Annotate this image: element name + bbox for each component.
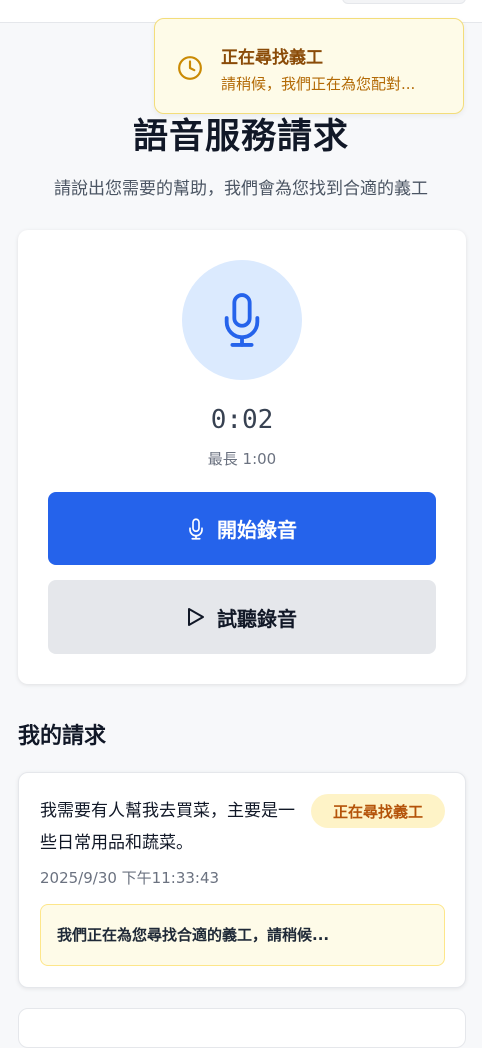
request-card[interactable]	[18, 1008, 466, 1048]
request-status-note: 我們正在為您尋找合適的義工，請稍候...	[40, 904, 445, 966]
status-toast: 正在尋找義工 請稍候，我們正在為您配對...	[154, 18, 464, 114]
page-title: 語音服務請求	[132, 117, 349, 157]
my-requests-title: 我的請求	[18, 724, 107, 749]
page-subtitle: 請說出您需要的幫助，我們會為您找到合適的義工	[54, 179, 428, 199]
request-note-text: 我們正在為您尋找合適的義工，請稍候...	[57, 926, 330, 944]
request-card[interactable]: 我需要有人幫我去買菜，主要是一些日常用品和蔬菜。 正在尋找義工 2025/9/3…	[18, 772, 466, 988]
microphone-icon	[187, 517, 217, 541]
microphone-indicator	[182, 260, 302, 380]
request-text: 我需要有人幫我去買菜，主要是一些日常用品和蔬菜。	[40, 801, 295, 853]
recording-timer: 0:02	[210, 405, 274, 435]
recorder-card: 0:02 最長 1:00 開始錄音 試聽錄音	[18, 230, 466, 684]
clock-icon	[177, 55, 203, 81]
top-bar-button[interactable]	[342, 0, 466, 4]
status-badge: 正在尋找義工	[311, 794, 445, 828]
preview-recording-button[interactable]: 試聽錄音	[48, 580, 436, 654]
toast-title: 正在尋找義工	[221, 48, 323, 68]
preview-recording-label: 試聽錄音	[217, 606, 297, 631]
request-timestamp: 2025/9/30 下午11:33:43	[40, 869, 220, 887]
play-icon	[187, 607, 217, 627]
max-duration-label: 最長 1:00	[207, 450, 277, 468]
start-recording-button[interactable]: 開始錄音	[48, 492, 436, 565]
toast-message: 請稍候，我們正在為您配對...	[221, 75, 416, 93]
start-recording-label: 開始錄音	[217, 518, 297, 542]
